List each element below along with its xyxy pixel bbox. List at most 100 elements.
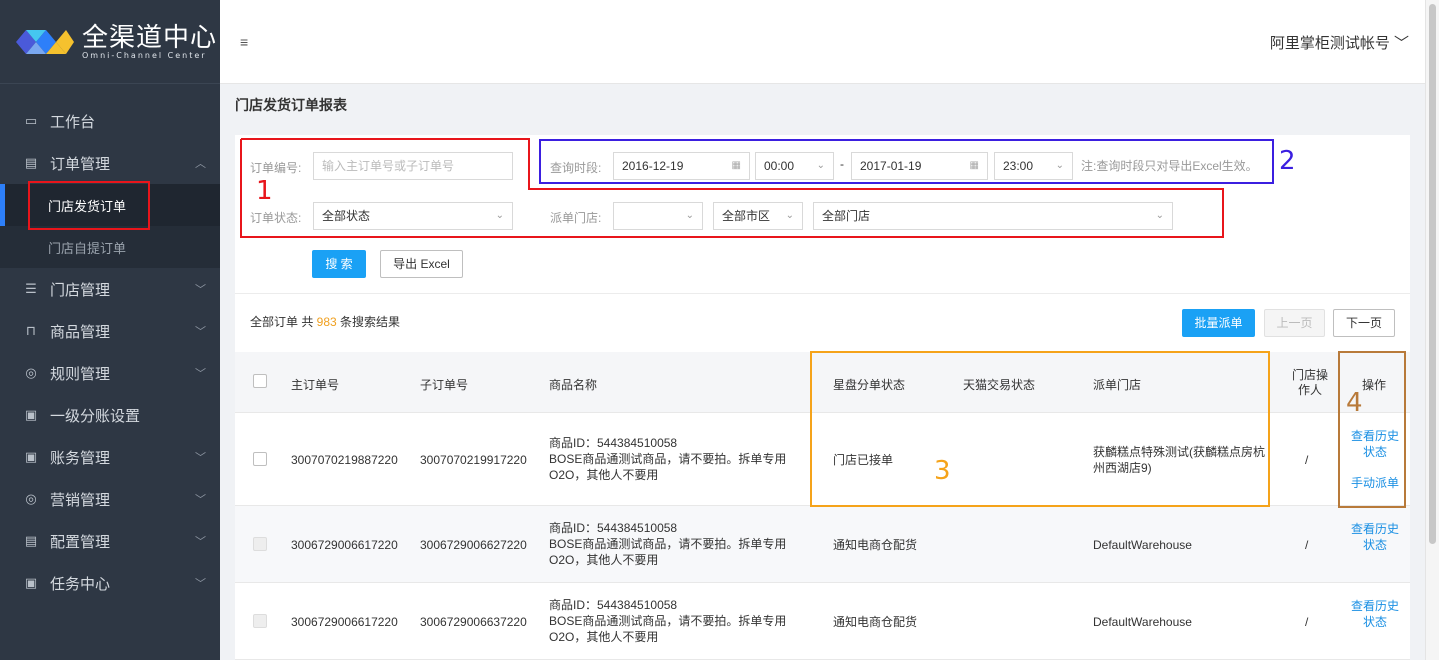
time-to-select[interactable]: 23:00 ⌄ (994, 152, 1073, 180)
product-name-line2: O2O，其他人不要用 (549, 553, 659, 567)
view-history-link[interactable]: 查看历史状态 (1347, 521, 1403, 553)
chevron-down-icon: ⌄ (816, 160, 825, 171)
store-select[interactable]: 全部门店 ⌄ (813, 202, 1173, 230)
store-label: 派单门店: (550, 211, 602, 225)
sidebar-item-label: 商品管理 (50, 323, 111, 341)
sidebar-item-accounts[interactable]: ▣ 账务管理 ﹀ (0, 436, 220, 478)
batch-dispatch-button[interactable]: 批量派单 (1182, 309, 1255, 337)
date-from-value: 2016-12-19 (622, 159, 684, 173)
product-id: 商品ID：544384510058 (549, 598, 678, 612)
page-title: 门店发货订单报表 (235, 97, 347, 113)
top-header: ≡ 阿里掌柜测试帐号 ﹀ (220, 0, 1425, 84)
chevron-up-icon: ︿ (195, 158, 206, 170)
config-icon: ▤ (24, 533, 38, 548)
view-history-link[interactable]: 查看历史状态 (1347, 428, 1403, 460)
sub-order-no: 3006729006627220 (420, 538, 527, 552)
brand-logo[interactable]: 全渠道中心 Omni-Channel Center (0, 0, 220, 84)
main-order-no: 3007070219887220 (291, 453, 398, 467)
next-page-button[interactable]: 下一页 (1333, 309, 1395, 337)
result-count: 983 (316, 315, 337, 329)
product-name-line2: O2O，其他人不要用 (549, 630, 659, 644)
account-dropdown[interactable]: 阿里掌柜测试帐号 ﹀ (1270, 32, 1409, 53)
select-all-checkbox[interactable] (253, 374, 267, 388)
menu-toggle-icon[interactable]: ≡ (240, 34, 248, 50)
table-row: 3006729006617220 3006729006627220 商品ID：5… (235, 506, 1410, 583)
sidebar-subitem-label: 门店自提订单 (48, 240, 127, 256)
scrollbar[interactable] (1425, 0, 1439, 660)
date-from-input[interactable]: 2016-12-19 ▦ (613, 152, 750, 180)
sub-order-no: 3007070219917220 (420, 453, 527, 467)
result-summary: 全部订单 共 983 条搜索结果 (250, 313, 400, 330)
time-from-value: 00:00 (764, 159, 795, 173)
col-sub-order: 子订单号 (420, 378, 469, 392)
sidebar-item-orders[interactable]: ▤ 订单管理 ︿ (0, 142, 220, 184)
manual-dispatch-link[interactable]: 手动派单 (1347, 475, 1403, 491)
status-value: 全部状态 (322, 209, 371, 223)
chevron-down-icon: ⌄ (785, 210, 794, 221)
marketing-icon: ◎ (25, 491, 37, 506)
period-label: 查询时段: (550, 161, 602, 175)
sidebar-item-label: 工作台 (50, 113, 96, 131)
sidebar-item-rules[interactable]: ◎ 规则管理 ﹀ (0, 352, 220, 394)
store-list-icon: ☰ (25, 281, 37, 296)
col-product: 商品名称 (549, 378, 598, 392)
product-name-line1: BOSE商品通测试商品，请不要拍。拆单专用 (549, 452, 787, 466)
scrollbar-thumb[interactable] (1429, 4, 1436, 544)
row-checkbox[interactable] (253, 537, 267, 551)
sidebar-item-label: 一级分账设置 (50, 407, 141, 425)
product-name-line1: BOSE商品通测试商品，请不要拍。拆单专用 (549, 614, 787, 628)
col-store: 派单门店 (1093, 378, 1142, 392)
status-select[interactable]: 全部状态 ⌄ (313, 202, 513, 230)
product-cell: 商品ID：544384510058 BOSE商品通测试商品，请不要拍。拆单专用 … (549, 520, 799, 568)
sidebar-item-marketing[interactable]: ◎ 营销管理 ﹀ (0, 478, 220, 520)
chevron-down-icon: ﹀ (195, 452, 206, 464)
store-city-select[interactable]: 全部市区 ⌄ (713, 202, 803, 230)
view-history-link[interactable]: 查看历史状态 (1347, 598, 1403, 630)
calendar-icon: ▦ (969, 160, 979, 171)
product-cell: 商品ID：544384510058 BOSE商品通测试商品，请不要拍。拆单专用 … (549, 435, 799, 483)
prev-page-button[interactable]: 上一页 (1264, 309, 1325, 337)
sidebar-item-products[interactable]: ⊓ 商品管理 ﹀ (0, 310, 220, 352)
main-order-no: 3006729006617220 (291, 615, 398, 629)
store-province-select[interactable]: ⌄ (613, 202, 703, 230)
sidebar-item-split[interactable]: ▣ 一级分账设置 (0, 394, 220, 436)
row-checkbox[interactable] (253, 452, 267, 466)
chevron-down-icon: ﹀ (195, 578, 206, 590)
sidebar-subitem-store-delivery[interactable]: 门店发货订单 (0, 184, 220, 226)
annotation-label-3: 3 (934, 456, 951, 486)
annotation-label-4: 4 (1346, 388, 1363, 418)
report-panel: 订单编号: 输入主订单号或子订单号 查询时段: 2016-12-19 ▦ 00:… (235, 135, 1410, 660)
product-id: 商品ID：544384510058 (549, 521, 678, 535)
dispatch-store: DefaultWarehouse (1093, 538, 1192, 552)
sidebar-item-label: 配置管理 (50, 533, 111, 551)
chevron-down-icon: ⌄ (495, 210, 504, 221)
sidebar-subitem-store-pickup[interactable]: 门店自提订单 (0, 226, 220, 268)
sidebar-item-label: 营销管理 (50, 491, 111, 509)
col-tmall-status: 天猫交易状态 (963, 378, 1036, 392)
export-excel-button[interactable]: 导出 Excel (380, 250, 463, 278)
row-checkbox[interactable] (253, 614, 267, 628)
store-city-value: 全部市区 (722, 209, 771, 223)
star-status: 通知电商仓配货 (833, 615, 918, 629)
col-star-status: 星盘分单状态 (833, 378, 906, 392)
annotation-label-1: 1 (256, 176, 273, 206)
col-operation: 操作 (1362, 378, 1387, 392)
chevron-down-icon: ⌄ (1155, 210, 1164, 221)
store-operator: / (1305, 453, 1309, 467)
result-prefix: 全部订单 共 (250, 315, 317, 329)
account-book-icon: ▣ (24, 449, 38, 464)
date-to-input[interactable]: 2017-01-19 ▦ (851, 152, 988, 180)
result-suffix: 条搜索结果 (336, 315, 401, 329)
sidebar-item-config[interactable]: ▤ 配置管理 ﹀ (0, 520, 220, 562)
time-from-select[interactable]: 00:00 ⌄ (755, 152, 834, 180)
sidebar-item-stores[interactable]: ☰ 门店管理 ﹀ (0, 268, 220, 310)
sidebar-item-workbench[interactable]: ▭ 工作台 (0, 100, 220, 142)
store-value: 全部门店 (822, 209, 871, 223)
brand-name-en: Omni-Channel Center (82, 51, 207, 60)
search-button[interactable]: 搜 索 (312, 250, 366, 278)
order-no-input[interactable]: 输入主订单号或子订单号 (313, 152, 513, 180)
col-main-order: 主订单号 (291, 378, 340, 392)
chevron-down-icon: ﹀ (195, 284, 206, 296)
logo-mark-icon (16, 29, 74, 54)
sidebar-item-tasks[interactable]: ▣ 任务中心 ﹀ (0, 562, 220, 604)
